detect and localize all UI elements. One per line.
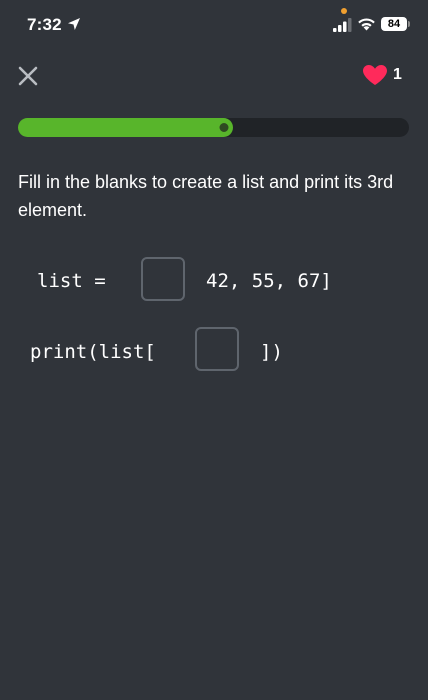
lesson-progress-bar <box>18 118 409 137</box>
cellular-signal-icon <box>333 18 352 32</box>
location-arrow-icon <box>68 18 80 30</box>
heart-icon <box>363 65 387 85</box>
status-bar: 7:32 84 <box>0 0 428 50</box>
mic-indicator-dot <box>341 8 347 14</box>
code-line2-prefix: print(list[ <box>30 341 156 363</box>
status-time: 7:32 <box>27 15 62 34</box>
wifi-icon <box>358 18 375 31</box>
blank-slot-2[interactable] <box>195 327 239 371</box>
lesson-screen: 7:32 84 1 Fill in the blanks to create a… <box>0 0 428 700</box>
question-instruction: Fill in the blanks to create a list and … <box>18 172 394 220</box>
progress-knob <box>217 121 231 134</box>
code-line1-prefix: list = <box>37 270 106 292</box>
code-line1-suffix: 42, 55, 67] <box>206 270 332 292</box>
battery-tip <box>408 21 410 27</box>
progress-fill <box>18 118 234 137</box>
hearts-count: 1 <box>393 66 402 83</box>
blank-slot-1[interactable] <box>141 257 185 301</box>
close-icon <box>18 66 38 86</box>
battery-level: 84 <box>381 17 407 31</box>
code-line2-suffix: ]) <box>260 341 283 363</box>
close-button[interactable] <box>14 62 42 90</box>
